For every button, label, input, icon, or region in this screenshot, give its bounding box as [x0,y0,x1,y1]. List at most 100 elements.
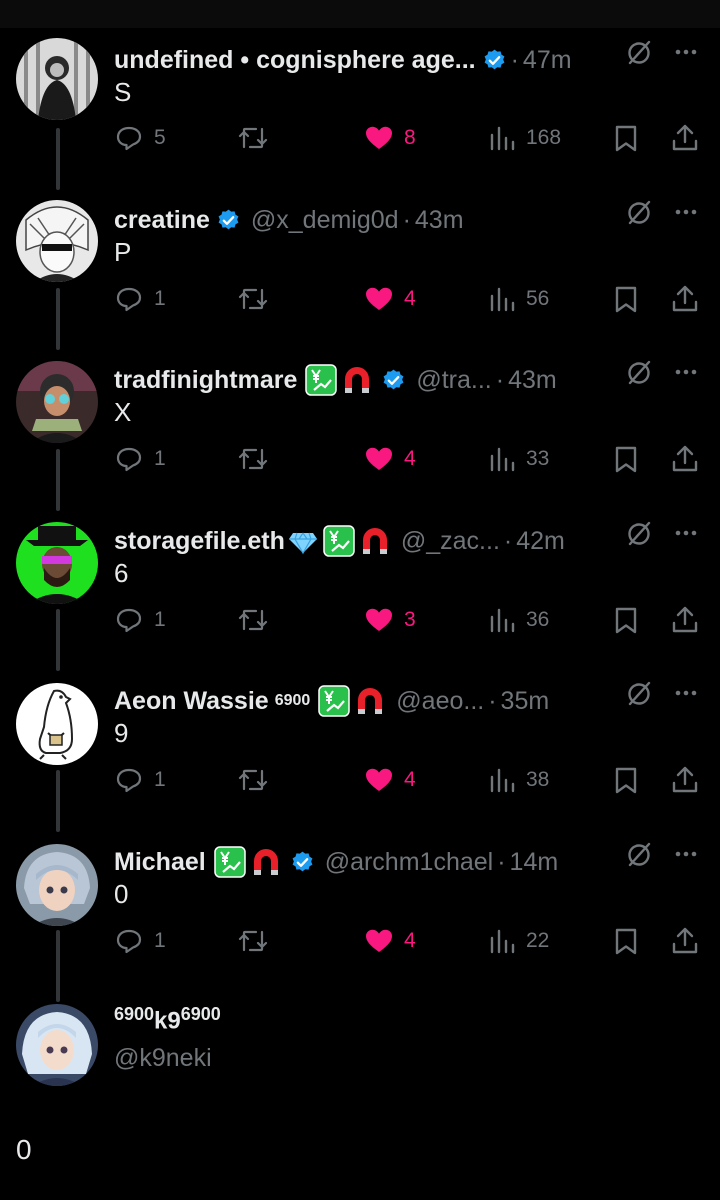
display-name[interactable]: tradfinightmare [114,362,297,398]
reply-button[interactable]: 1 [114,923,166,959]
grok-icon[interactable] [626,842,652,868]
bookmark-button[interactable] [612,923,650,959]
views-button[interactable]: 38 [488,762,549,798]
views-button[interactable]: 33 [488,441,549,477]
more-icon[interactable] [672,519,700,547]
timestamp[interactable]: 42m [516,523,565,559]
avatar[interactable] [16,1004,98,1086]
more-icon[interactable] [672,358,700,386]
grok-icon[interactable] [626,40,652,66]
reply-button[interactable]: 1 [114,762,166,798]
separator-dot: · [510,46,519,74]
more-icon[interactable] [672,840,700,868]
tweet[interactable]: undefined • cognisphere age... · 47m S 5… [0,32,720,192]
reply-button[interactable]: 5 [114,120,166,156]
grok-icon[interactable] [626,681,652,707]
timestamp[interactable]: 43m [415,202,464,238]
name-superscript: 6900 [274,692,311,709]
tweet[interactable]: tradfinightmare @tra... · 43m X 1 4 33 [0,352,720,512]
views-button[interactable]: 22 [488,923,549,959]
display-name[interactable]: 6900k96900 [114,1004,221,1035]
timestamp[interactable]: 47m [523,42,572,78]
like-button[interactable]: 8 [364,120,416,156]
views-button[interactable]: 168 [488,120,561,156]
bookmark-button[interactable] [612,281,650,317]
reply-button[interactable]: 1 [114,441,166,477]
tweet[interactable]: creatine @x_demig0d · 43m P 1 4 56 [0,192,720,352]
tweet[interactable]: Michael @archm1chael · 14m 0 1 4 22 [0,834,720,994]
share-button[interactable] [670,120,710,156]
tweet-text: 9 [114,718,129,748]
display-name[interactable]: undefined • cognisphere age... [114,42,476,78]
reply-icon [116,447,142,472]
more-icon[interactable] [672,679,700,707]
tweet[interactable]: storagefile.eth @_zac... · 42m 6 1 3 36 [0,513,720,673]
grok-icon[interactable] [626,521,652,547]
handle[interactable]: @aeo... [396,683,484,719]
share-button[interactable] [670,441,710,477]
reply-count: 1 [154,447,166,470]
tweet[interactable]: Aeon Wassie 6900 @aeo... · 35m 9 1 4 38 [0,673,720,833]
handle[interactable]: @archm1chael [325,844,494,880]
chart-yen-emoji [305,364,338,396]
avatar[interactable] [16,38,98,120]
more-icon[interactable] [672,198,700,226]
share-button[interactable] [670,602,710,638]
reply-icon [116,608,142,633]
display-name[interactable]: Michael [114,844,206,880]
bookmark-button[interactable] [612,602,650,638]
retweet-button[interactable] [236,120,280,156]
display-name[interactable]: storagefile.eth [114,523,285,559]
like-button[interactable]: 4 [364,923,416,959]
reply-icon [116,287,142,312]
tweet-text: P [114,237,132,267]
like-button[interactable]: 4 [364,281,416,317]
views-button[interactable]: 36 [488,602,549,638]
avatar[interactable] [16,683,98,765]
views-icon [490,447,515,472]
retweet-button[interactable] [236,923,280,959]
timestamp[interactable]: 14m [510,844,559,880]
share-button[interactable] [670,762,710,798]
avatar[interactable] [16,200,98,282]
display-name[interactable]: Aeon Wassie [114,683,269,719]
heart-icon [366,768,392,791]
share-button[interactable] [670,281,710,317]
handle[interactable]: @k9neki [114,1044,212,1073]
timestamp[interactable]: 43m [508,362,557,398]
like-button[interactable]: 4 [364,762,416,798]
display-name[interactable]: creatine [114,202,210,238]
retweet-button[interactable] [236,281,280,317]
avatar[interactable] [16,361,98,443]
retweet-button[interactable] [236,441,280,477]
timestamp[interactable]: 35m [501,683,550,719]
grok-icon[interactable] [626,200,652,226]
reply-icon [116,929,142,954]
like-button[interactable]: 4 [364,441,416,477]
grok-icon[interactable] [626,360,652,386]
avatar[interactable] [16,522,98,604]
tweet-header: Michael @archm1chael · 14m [114,844,558,880]
bookmark-button[interactable] [612,441,650,477]
retweet-button[interactable] [236,762,280,798]
handle[interactable]: @x_demig0d [251,202,399,238]
more-icon[interactable] [672,38,700,66]
tweet-text: X [114,397,132,427]
bookmark-button[interactable] [612,762,650,798]
avatar[interactable] [16,844,98,926]
views-button[interactable]: 56 [488,281,549,317]
handle[interactable]: @tra... [416,362,491,398]
chart-yen-emoji [213,846,246,878]
separator-dot: · [402,206,411,234]
handle[interactable]: @_zac... [401,523,500,559]
reply-button[interactable]: 1 [114,602,166,638]
share-button[interactable] [670,923,710,959]
views-count: 38 [526,768,550,791]
reply-count: 1 [154,608,166,631]
like-button[interactable]: 3 [364,602,416,638]
bookmark-button[interactable] [612,120,650,156]
reply-icon [116,126,142,151]
reply-button[interactable]: 1 [114,281,166,317]
retweet-button[interactable] [236,602,280,638]
magnet-emoji [358,688,383,714]
